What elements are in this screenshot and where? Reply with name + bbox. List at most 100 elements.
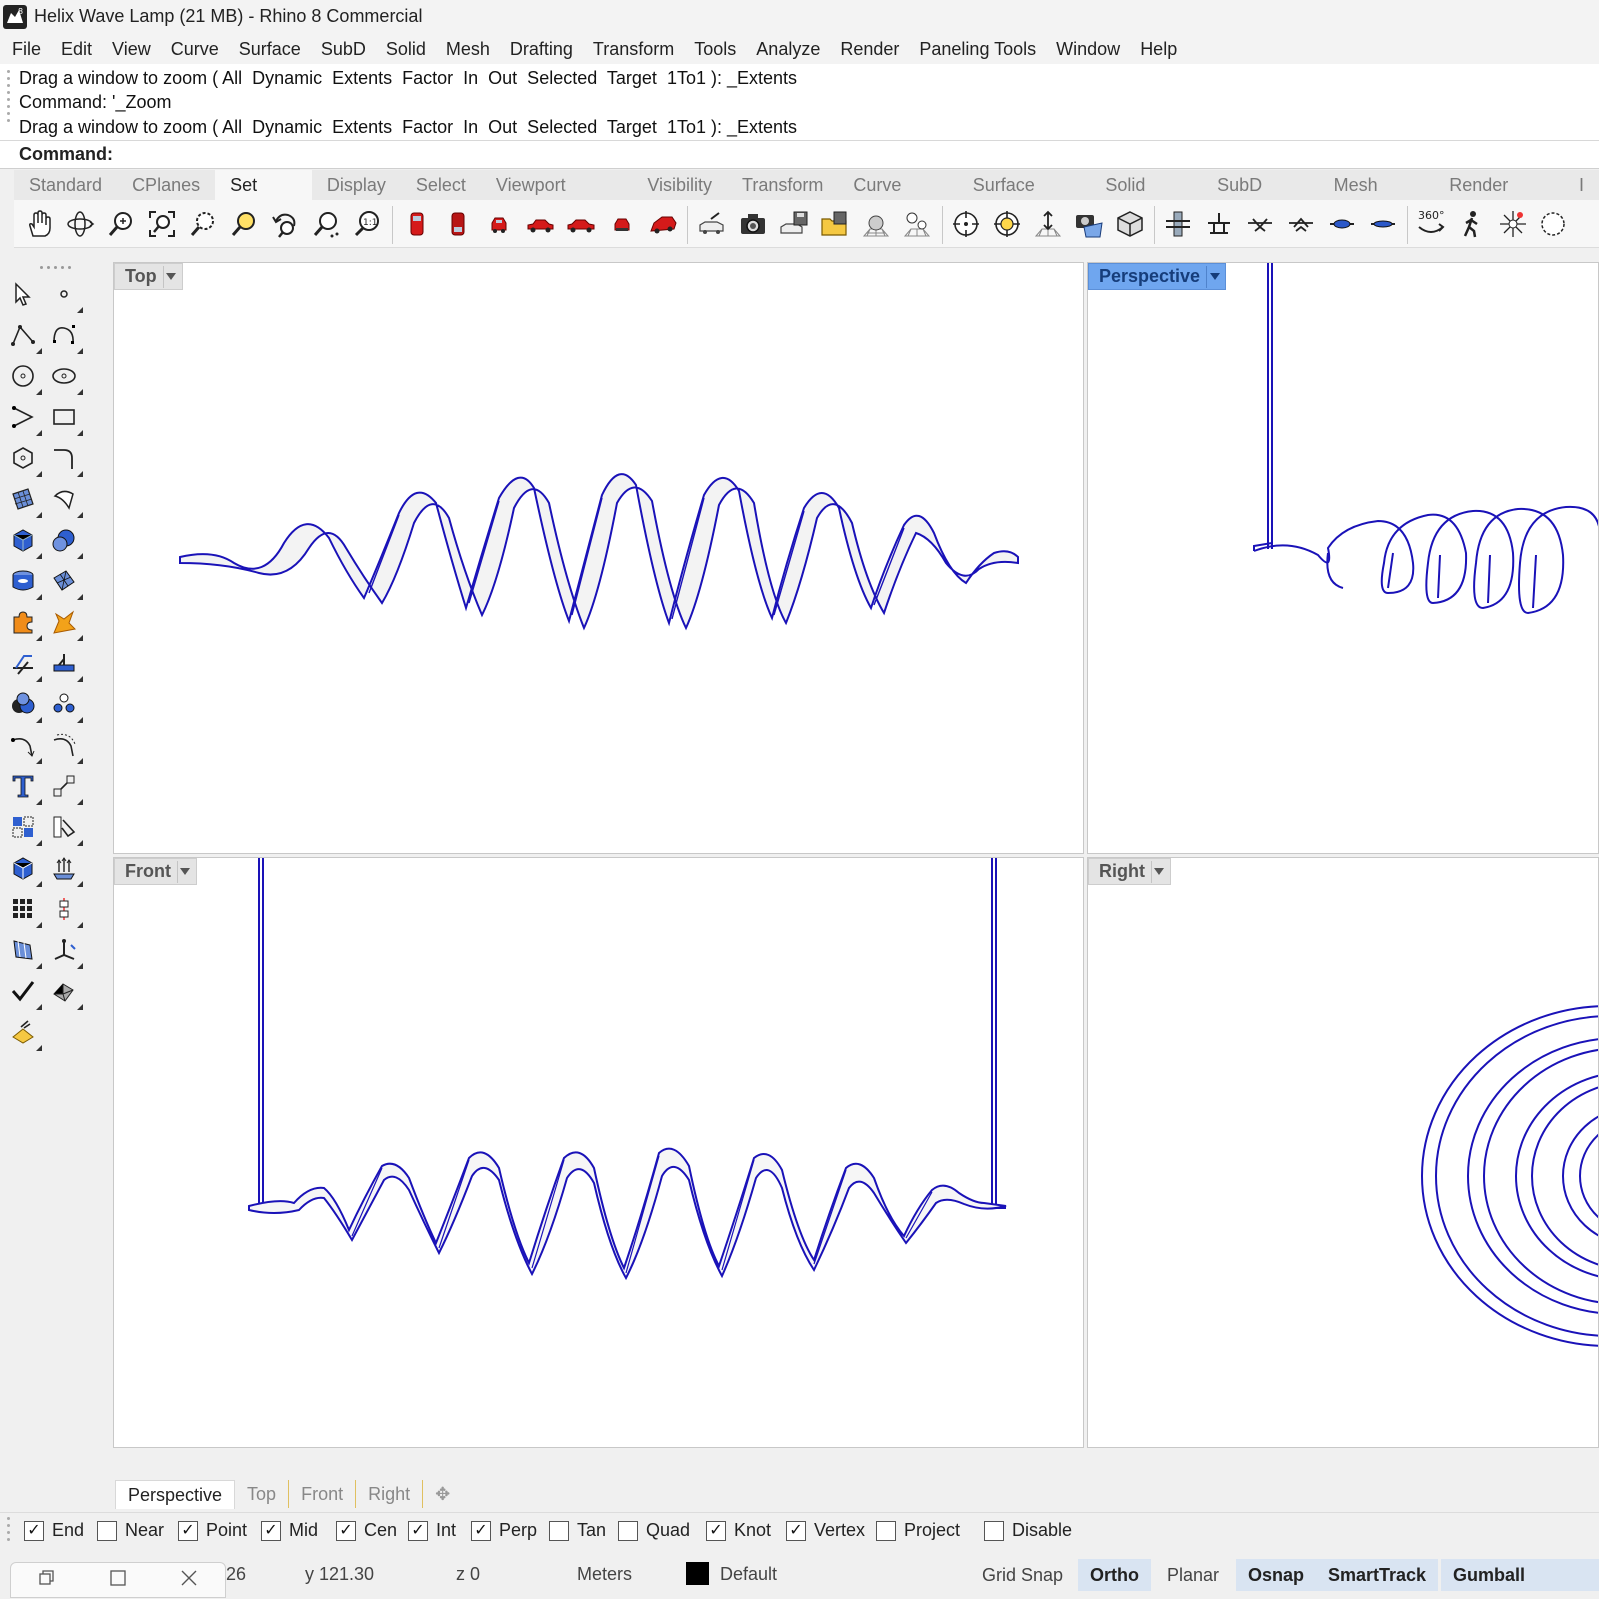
- boolean-union-icon[interactable]: [3, 684, 43, 724]
- pan-icon[interactable]: [20, 206, 56, 242]
- gumball-icon[interactable]: [44, 930, 84, 970]
- menu-file[interactable]: File: [0, 34, 51, 64]
- checkbox[interactable]: ✓: [336, 1520, 356, 1541]
- checkbox[interactable]: ✓: [408, 1520, 428, 1541]
- zoom-window-icon[interactable]: [185, 206, 221, 242]
- two-point-icon[interactable]: [899, 206, 935, 242]
- zoom-dynamic-icon[interactable]: [103, 206, 139, 242]
- text-icon[interactable]: [3, 766, 43, 806]
- menu-analyze[interactable]: Analyze: [746, 34, 830, 64]
- tab-visibility[interactable]: Visibility: [632, 170, 727, 200]
- planar-toggle[interactable]: Planar: [1155, 1559, 1231, 1591]
- bottom-view-car-icon[interactable]: [604, 206, 640, 242]
- add-viewport-icon[interactable]: ✥: [423, 1480, 462, 1508]
- checkbox[interactable]: ✓: [471, 1520, 491, 1541]
- checkbox[interactable]: [984, 1520, 1004, 1541]
- target-icon[interactable]: [948, 206, 984, 242]
- viewport-perspective[interactable]: Perspective: [1087, 262, 1599, 854]
- offset-icon[interactable]: [44, 725, 84, 765]
- viewport-top[interactable]: Top: [113, 262, 1084, 854]
- grid-array-icon[interactable]: [3, 889, 43, 929]
- roll-right-icon[interactable]: [1365, 206, 1401, 242]
- menu-surface[interactable]: Surface: [229, 34, 311, 64]
- block-icon[interactable]: [3, 848, 43, 888]
- tab-perspective[interactable]: Perspective: [115, 1479, 236, 1509]
- set-target-icon[interactable]: [989, 206, 1025, 242]
- menu-window[interactable]: Window: [1046, 34, 1130, 64]
- tab-standard[interactable]: Standard: [14, 170, 117, 200]
- checkbox[interactable]: ✓: [706, 1520, 726, 1541]
- menu-drafting[interactable]: Drafting: [500, 34, 583, 64]
- tab-mesh-tools[interactable]: Mesh Tools: [1319, 170, 1435, 226]
- maximize-icon[interactable]: [109, 1569, 127, 1592]
- zoom-1to1-icon[interactable]: 1:1: [349, 206, 385, 242]
- load-view-icon[interactable]: [817, 206, 853, 242]
- cube-view-icon[interactable]: [1112, 206, 1148, 242]
- perspective-car-icon[interactable]: [645, 206, 681, 242]
- select-arrow-icon[interactable]: [3, 274, 43, 314]
- tab-cplanes[interactable]: CPlanes: [117, 170, 215, 200]
- tab-overflow[interactable]: I: [1564, 170, 1599, 200]
- zoom-extents-icon[interactable]: [144, 206, 180, 242]
- viewport-front[interactable]: Front: [113, 857, 1084, 1448]
- osnap-quad[interactable]: Quad: [618, 1520, 690, 1541]
- grip-handle[interactable]: [7, 1517, 11, 1545]
- osnap-project[interactable]: Project: [876, 1520, 960, 1541]
- plan-view-icon[interactable]: [1160, 206, 1196, 242]
- osnap-vertex[interactable]: ✓ Vertex: [786, 1520, 865, 1541]
- menu-edit[interactable]: Edit: [51, 34, 102, 64]
- tilt-right-icon[interactable]: [1283, 206, 1319, 242]
- undo-view-icon[interactable]: [267, 206, 303, 242]
- array-icon[interactable]: [44, 684, 84, 724]
- camera-lens-icon[interactable]: [1071, 206, 1107, 242]
- mesh-icon[interactable]: [44, 561, 84, 601]
- menu-solid[interactable]: Solid: [376, 34, 436, 64]
- named-view-icon[interactable]: [694, 206, 730, 242]
- check-icon[interactable]: [3, 971, 43, 1011]
- right-view-car-icon[interactable]: [522, 206, 558, 242]
- sphere-icon[interactable]: [44, 520, 84, 560]
- close-icon[interactable]: [180, 1569, 198, 1592]
- extrude-icon[interactable]: [44, 848, 84, 888]
- osnap-perp[interactable]: ✓ Perp: [471, 1520, 537, 1541]
- viewport-right[interactable]: Right: [1087, 857, 1599, 1448]
- turntable-360-icon[interactable]: 360°: [1413, 206, 1449, 242]
- arc-icon[interactable]: [3, 397, 43, 437]
- menu-tools[interactable]: Tools: [684, 34, 746, 64]
- menu-subd[interactable]: SubD: [311, 34, 376, 64]
- checkbox[interactable]: ✓: [261, 1520, 281, 1541]
- surface-icon[interactable]: [3, 479, 43, 519]
- split-icon[interactable]: [3, 643, 43, 683]
- transform-icon[interactable]: [44, 807, 84, 847]
- menu-render[interactable]: Render: [830, 34, 909, 64]
- render-icon[interactable]: [3, 1012, 43, 1052]
- osnap-tan[interactable]: Tan: [549, 1520, 606, 1541]
- tab-solid-tools[interactable]: Solid Tools: [1090, 170, 1202, 226]
- tab-set-view[interactable]: Set View: [215, 170, 312, 226]
- layer-color-swatch[interactable]: [686, 1562, 709, 1585]
- ellipse-icon[interactable]: [44, 356, 84, 396]
- circle-icon[interactable]: [3, 356, 43, 396]
- roll-left-icon[interactable]: [1324, 206, 1360, 242]
- point-icon[interactable]: [44, 274, 84, 314]
- osnap-cen[interactable]: ✓ Cen: [336, 1520, 397, 1541]
- polyline-icon[interactable]: [3, 315, 43, 355]
- save-view-icon[interactable]: [776, 206, 812, 242]
- osnap-near[interactable]: Near: [97, 1520, 164, 1541]
- zoom-out-icon[interactable]: [308, 206, 344, 242]
- command-history[interactable]: Drag a window to zoom ( All Dynamic Exte…: [0, 64, 1599, 141]
- checkbox[interactable]: [549, 1520, 569, 1541]
- camera-icon[interactable]: [735, 206, 771, 242]
- command-prompt[interactable]: Command:: [0, 141, 1599, 169]
- elevator-icon[interactable]: [1030, 206, 1066, 242]
- menu-mesh[interactable]: Mesh: [436, 34, 500, 64]
- grid-snap-toggle[interactable]: Grid Snap: [970, 1559, 1075, 1591]
- checkbox[interactable]: ✓: [24, 1520, 44, 1541]
- osnap-point[interactable]: ✓ Point: [178, 1520, 247, 1541]
- fillet-curve-icon[interactable]: [44, 438, 84, 478]
- osnap-disable[interactable]: Disable: [984, 1520, 1072, 1541]
- tab-curve-tools[interactable]: Curve Tools: [838, 170, 957, 226]
- cylinder-icon[interactable]: [3, 561, 43, 601]
- analyze-icon[interactable]: [3, 930, 43, 970]
- side-view-car-icon[interactable]: [563, 206, 599, 242]
